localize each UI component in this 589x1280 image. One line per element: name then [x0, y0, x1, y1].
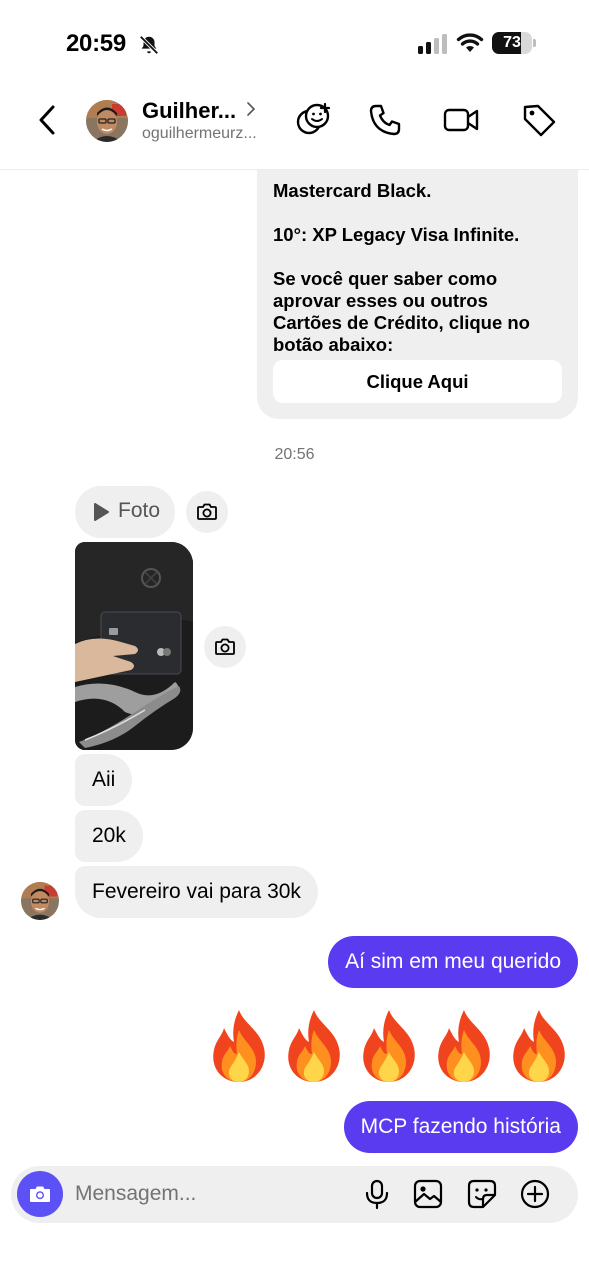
camera-icon — [197, 503, 217, 520]
outgoing-message[interactable]: MCP fazendo história — [343, 1101, 578, 1153]
bot-message-line: Mastercard Black. — [273, 180, 432, 201]
gallery-icon[interactable] — [412, 1178, 444, 1210]
message-input[interactable] — [75, 1178, 345, 1210]
incoming-message[interactable]: Aii — [75, 754, 133, 806]
incoming-message[interactable]: 20k — [75, 810, 143, 862]
contact-username: oguilhermeurz... — [142, 125, 257, 142]
incoming-message[interactable]: Fevereiro vai para 30k — [75, 866, 318, 918]
camera-icon — [215, 638, 235, 655]
phone-icon[interactable] — [367, 102, 403, 138]
add-friend-emoji-icon[interactable] — [295, 102, 331, 138]
chat-thread[interactable]: Mastercard Black. 10°: XP Legacy Visa In… — [0, 170, 589, 1160]
play-icon — [94, 503, 109, 521]
bot-message-line: aprovar esses ou outros — [273, 290, 488, 311]
cellular-signal-icon — [418, 34, 447, 54]
battery-percent: 73 — [503, 34, 521, 51]
fire-emoji-icon — [438, 1010, 490, 1082]
shared-photo[interactable] — [75, 542, 193, 750]
microphone-icon[interactable] — [361, 1178, 393, 1210]
outgoing-message[interactable]: Aí sim em meu querido — [328, 936, 578, 988]
bot-message-bubble: Mastercard Black. 10°: XP Legacy Visa In… — [257, 170, 578, 419]
fire-emoji-icon — [363, 1010, 415, 1082]
message-composer — [11, 1166, 578, 1223]
camera-icon — [30, 1186, 50, 1202]
bot-message-line: Cartões de Crédito, clique no — [273, 312, 530, 333]
bell-off-icon — [139, 35, 159, 55]
chevron-right-icon[interactable] — [244, 102, 258, 116]
fire-emoji-icon — [213, 1010, 265, 1082]
photo-label-bubble[interactable]: Foto — [75, 486, 175, 538]
bot-message-line: botão abaixo: — [273, 334, 394, 355]
bot-message-line: Se você quer saber como — [273, 268, 498, 289]
sender-avatar[interactable] — [21, 882, 59, 920]
back-icon[interactable] — [30, 102, 66, 138]
sticker-icon[interactable] — [466, 1178, 498, 1210]
clique-aqui-button[interactable]: Clique Aqui — [273, 360, 562, 403]
chat-header: Guilher... oguilhermeurz... — [0, 88, 589, 170]
tag-icon[interactable] — [521, 102, 557, 138]
photo-label-text: Foto — [118, 499, 161, 522]
bot-message-line: 10°: XP Legacy Visa Infinite. — [273, 224, 520, 245]
message-timestamp: 20:56 — [274, 446, 315, 463]
wifi-icon — [456, 33, 484, 52]
reply-camera-button[interactable] — [204, 626, 246, 668]
camera-button[interactable] — [17, 1171, 63, 1217]
contact-name[interactable]: Guilher... — [142, 98, 236, 124]
emoji-message[interactable]: 🔥🔥🔥🔥🔥 — [206, 1008, 578, 1088]
status-bar: 20:59 73 — [0, 0, 589, 88]
status-time: 20:59 — [66, 30, 126, 57]
battery-icon: 73 — [492, 32, 536, 54]
fire-emoji-icon — [288, 1010, 340, 1082]
plus-icon[interactable] — [519, 1178, 551, 1210]
reply-camera-button[interactable] — [186, 491, 228, 533]
video-icon[interactable] — [443, 102, 479, 138]
fire-emoji-icon — [513, 1010, 565, 1082]
contact-avatar[interactable] — [86, 100, 128, 142]
